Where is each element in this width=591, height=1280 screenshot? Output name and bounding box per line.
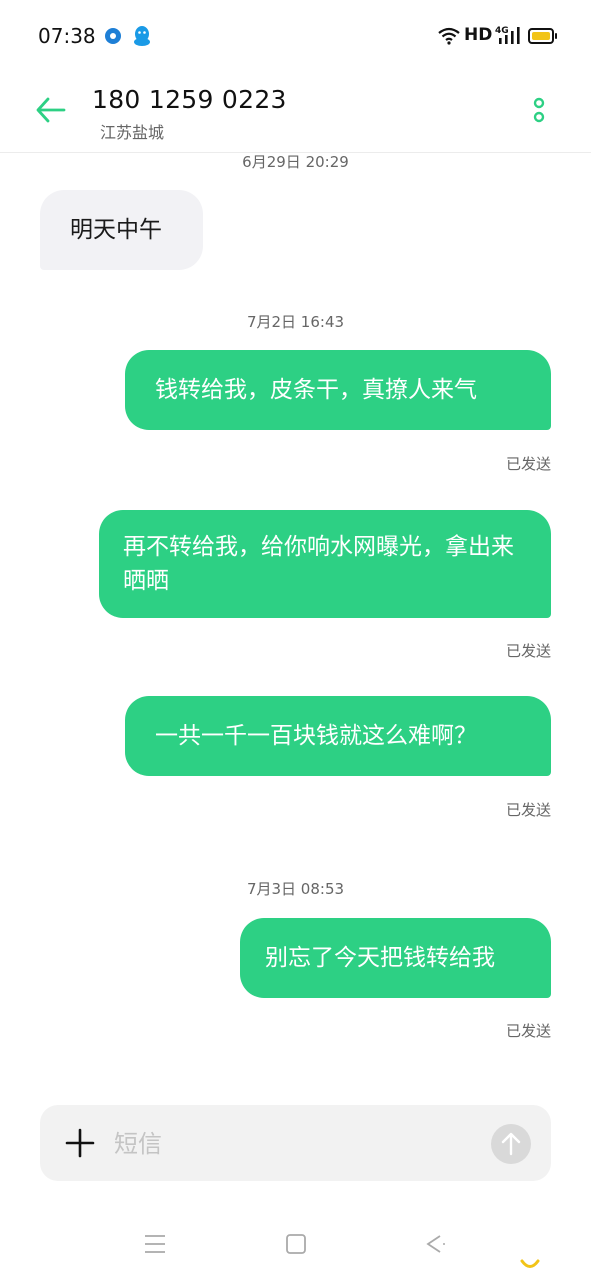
plus-icon <box>65 1128 95 1158</box>
status-time: 07:38 <box>38 24 96 48</box>
arrow-left-icon <box>36 97 66 123</box>
message-timestamp: 7月3日 08:53 <box>246 880 345 898</box>
outgoing-message-bubble[interactable]: 再不转给我，给你响水网曝光，拿出来晒晒 <box>99 510 551 618</box>
send-arrow-up-icon <box>501 1132 521 1156</box>
hd-label: HD <box>464 25 493 45</box>
message-timestamp: 7月2日 16:43 <box>246 313 345 331</box>
home-button[interactable] <box>285 1233 307 1259</box>
more-vertical-icon <box>533 97 545 123</box>
sent-status: 已发送 <box>505 1022 551 1040</box>
sent-status: 已发送 <box>505 455 551 473</box>
compose-bar <box>40 1105 551 1181</box>
sms-input[interactable] <box>112 1125 476 1163</box>
incoming-message-bubble[interactable]: 明天中午 <box>40 190 203 270</box>
wifi-icon <box>437 26 461 50</box>
more-options-button[interactable] <box>529 96 549 126</box>
home-square-icon <box>286 1234 306 1254</box>
app-notification-icon <box>105 28 121 44</box>
sent-status: 已发送 <box>505 801 551 819</box>
contact-location: 江苏盐城 <box>100 123 165 142</box>
outgoing-message-bubble[interactable]: 一共一千一百块钱就这么难啊？ <box>125 696 551 776</box>
assistant-indicator-icon <box>519 1257 541 1276</box>
signal-icon: 4G <box>495 24 523 50</box>
battery-icon <box>528 28 557 44</box>
system-nav-bar <box>0 1215 591 1280</box>
system-back-button[interactable] <box>424 1233 448 1259</box>
outgoing-message-bubble[interactable]: 别忘了今天把钱转给我 <box>240 918 551 998</box>
outgoing-message-bubble[interactable]: 钱转给我，皮条干，真撩人来气 <box>125 350 551 430</box>
sent-status: 已发送 <box>505 642 551 660</box>
back-button[interactable] <box>30 90 74 130</box>
menu-button[interactable] <box>143 1233 167 1259</box>
qq-icon <box>132 25 152 47</box>
message-timestamp: 6月29日 20:29 <box>242 153 349 171</box>
send-button[interactable] <box>491 1124 531 1164</box>
status-bar: 07:38 HD 4G <box>0 0 591 72</box>
contact-number: 180 1259 0223 <box>92 85 287 114</box>
attach-button[interactable] <box>64 1125 96 1161</box>
network-label: 4G <box>495 26 509 36</box>
back-chevron-icon <box>426 1235 445 1253</box>
conversation-header: 180 1259 0223 江苏盐城 <box>0 72 591 153</box>
menu-icon <box>145 1235 165 1253</box>
